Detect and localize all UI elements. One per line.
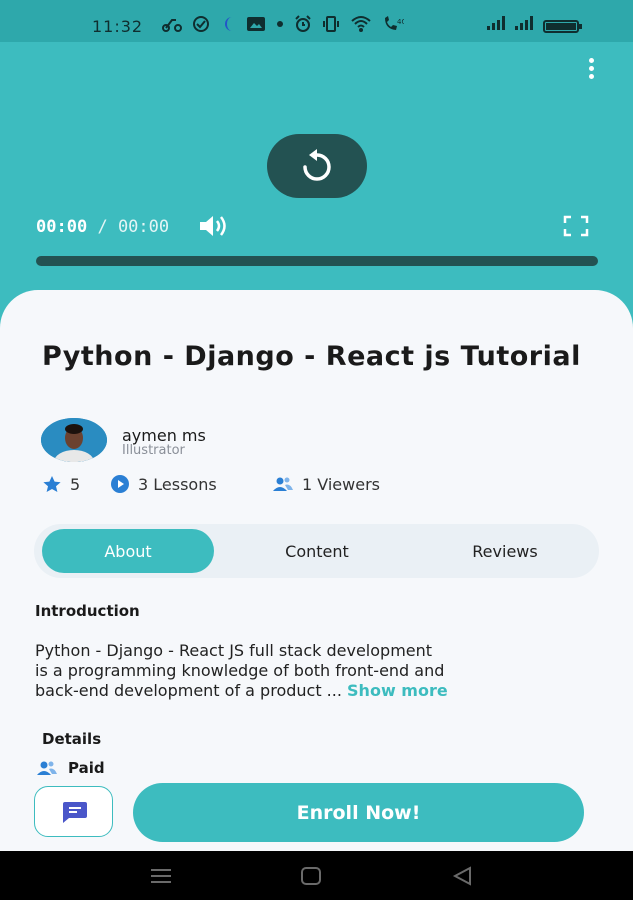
chat-icon bbox=[62, 801, 87, 823]
play-circle-icon bbox=[111, 475, 129, 493]
introduction-line-1: Python - Django - React JS full stack de… bbox=[35, 641, 433, 660]
star-icon bbox=[43, 476, 61, 492]
viewers-stat: 1 Viewers bbox=[272, 475, 380, 494]
rating-value: 5 bbox=[70, 474, 81, 494]
signal-icon bbox=[487, 16, 505, 30]
price-type-label: Paid bbox=[68, 759, 105, 777]
tab-content[interactable]: Content bbox=[224, 529, 410, 573]
vibrate-icon bbox=[323, 16, 339, 32]
image-icon bbox=[247, 17, 265, 31]
svg-text:4G: 4G bbox=[397, 18, 404, 26]
status-icons: 4G bbox=[162, 15, 404, 33]
rating-stat: 5 bbox=[42, 475, 110, 494]
clock-check-icon bbox=[193, 16, 209, 32]
more-options-icon[interactable] bbox=[585, 58, 597, 82]
tab-about[interactable]: About bbox=[42, 529, 214, 573]
status-time: 11:32 bbox=[92, 17, 144, 36]
show-more-link[interactable]: Show more bbox=[347, 681, 448, 700]
current-time: 00:00 bbox=[36, 217, 88, 237]
enroll-now-button[interactable]: Enroll Now! bbox=[133, 783, 584, 842]
wifi-icon bbox=[351, 16, 371, 32]
course-tabs: About Content Reviews bbox=[34, 524, 599, 578]
time-readout: 00:00 / 00:00 bbox=[36, 217, 169, 237]
dot-icon bbox=[277, 21, 283, 27]
scooter-icon bbox=[162, 19, 182, 32]
video-player[interactable]: 00:00 / 00:00 bbox=[0, 42, 633, 302]
price-type: Paid bbox=[36, 759, 105, 777]
home-icon[interactable] bbox=[298, 865, 324, 887]
avatar[interactable] bbox=[41, 418, 107, 462]
tab-reviews[interactable]: Reviews bbox=[420, 529, 590, 573]
volume-icon[interactable] bbox=[198, 213, 232, 239]
battery-icon bbox=[543, 20, 582, 33]
chat-button[interactable] bbox=[34, 786, 113, 837]
duration: 00:00 bbox=[117, 217, 170, 237]
introduction-line-3-text: back-end development of a product ... bbox=[35, 681, 342, 700]
introduction-line-2: is a programming knowledge of both front… bbox=[35, 661, 445, 680]
lessons-count: 3 Lessons bbox=[138, 474, 217, 494]
avatar-image bbox=[41, 418, 107, 462]
introduction-text: Python - Django - React JS full stack de… bbox=[35, 641, 597, 701]
lessons-stat: 3 Lessons bbox=[110, 474, 272, 494]
users-icon bbox=[37, 761, 57, 775]
signal-icon bbox=[515, 16, 533, 30]
time-separator: / bbox=[97, 217, 108, 237]
course-details-sheet: Python - Django - React js Tutorial ayme… bbox=[0, 290, 633, 851]
course-title: Python - Django - React js Tutorial bbox=[42, 341, 581, 372]
viewers-count: 1 Viewers bbox=[302, 474, 380, 494]
status-bar: 11:32 4G bbox=[0, 0, 633, 42]
author-role: Illustrator bbox=[122, 443, 185, 458]
call-icon: 4G bbox=[385, 16, 404, 30]
system-navigation-bar bbox=[0, 851, 633, 900]
introduction-line-3: back-end development of a product ... Sh… bbox=[35, 681, 597, 701]
replay-button[interactable] bbox=[267, 134, 367, 198]
back-icon[interactable] bbox=[450, 865, 476, 887]
recent-apps-icon[interactable] bbox=[148, 865, 174, 887]
details-heading: Details bbox=[42, 730, 102, 748]
users-icon bbox=[273, 477, 293, 491]
course-stats: 5 3 Lessons 1 Viewers bbox=[42, 474, 380, 494]
replay-icon bbox=[303, 149, 331, 181]
alarm-icon bbox=[295, 15, 311, 32]
introduction-heading: Introduction bbox=[35, 602, 140, 620]
moon-icon bbox=[225, 17, 232, 31]
fullscreen-icon[interactable] bbox=[563, 215, 589, 237]
video-progress-bar[interactable] bbox=[36, 256, 598, 266]
